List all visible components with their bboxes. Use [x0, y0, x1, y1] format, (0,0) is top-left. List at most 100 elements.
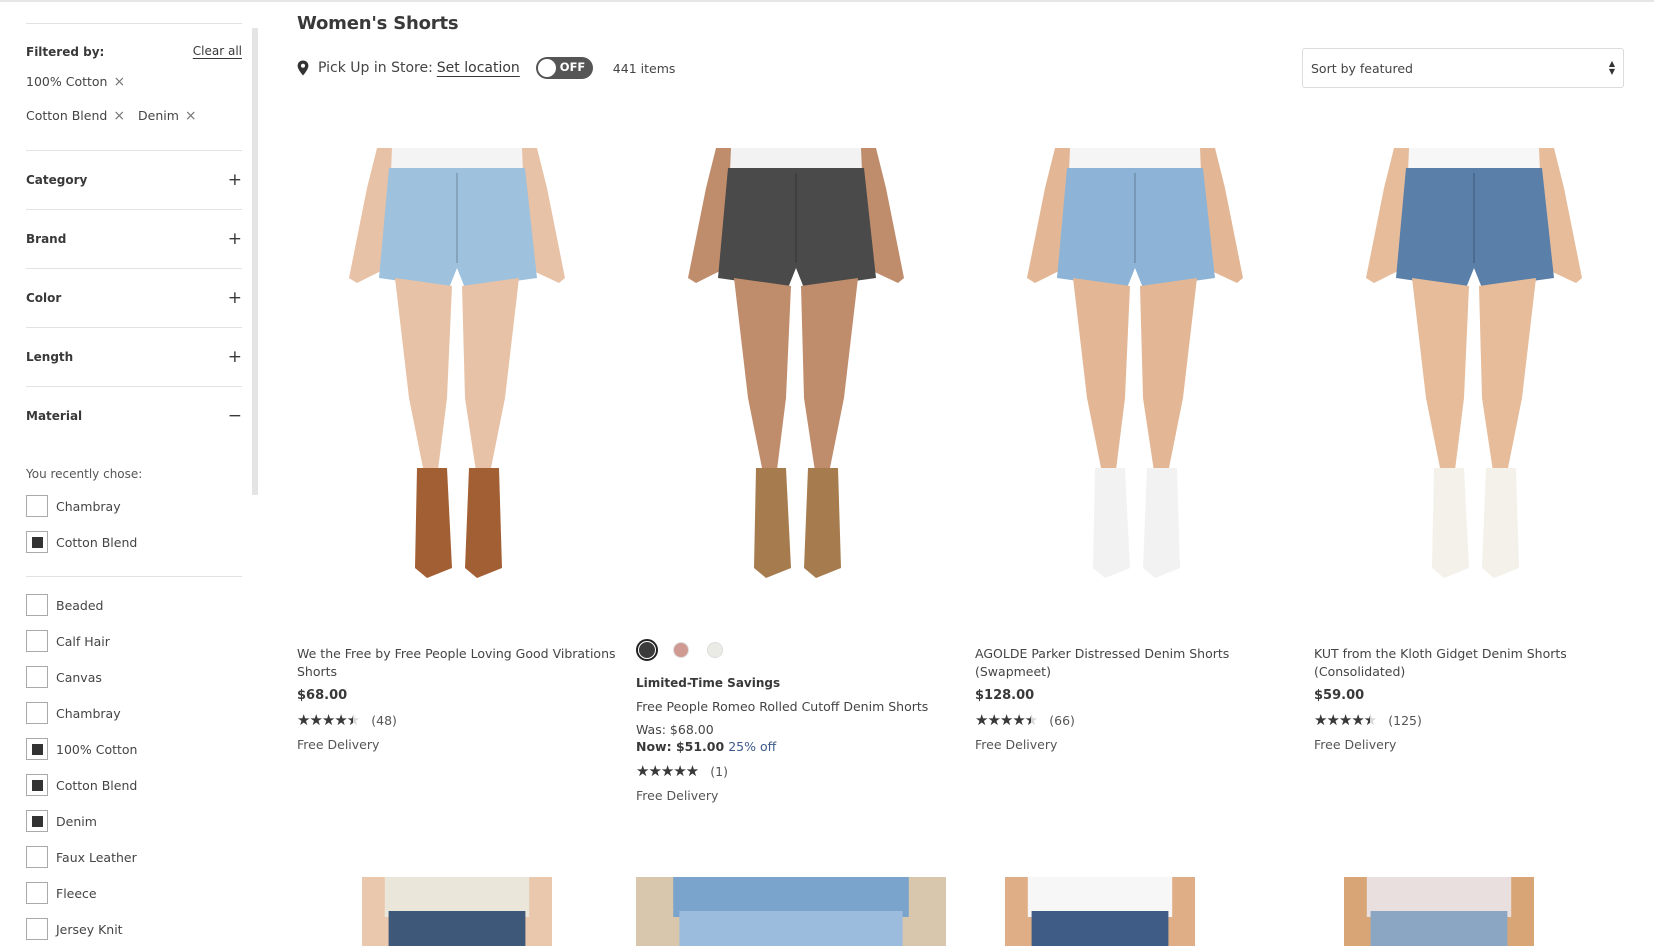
material-checkbox-row[interactable]: Canvas [26, 666, 102, 688]
product-price: $128.00 [975, 688, 1035, 703]
facet-category[interactable]: Category + [26, 170, 242, 190]
facet-length[interactable]: Length + [26, 347, 242, 367]
star-rating: ★★★★★★★★★★ [636, 762, 699, 780]
review-count: (125) [1388, 712, 1422, 728]
product-card[interactable]: Limited-Time Savings Free People Romeo Ro… [636, 148, 956, 848]
rating-row: ★★★★★★★★★★ (66) [975, 711, 1295, 729]
facet-brand[interactable]: Brand + [26, 229, 242, 249]
star-rating: ★★★★★★★★★★ [1314, 711, 1377, 729]
checkbox[interactable] [26, 630, 48, 652]
checkbox[interactable] [26, 495, 48, 517]
remove-filter-icon[interactable]: × [185, 109, 197, 123]
product-card[interactable]: We the Free by Free People Loving Good V… [297, 148, 617, 848]
facet-label: Color [26, 291, 62, 305]
product-image[interactable] [975, 148, 1295, 615]
filter-sidebar: Filtered by: Clear all 100% Cotton × Cot… [26, 0, 242, 946]
divider [26, 150, 242, 151]
plus-icon[interactable]: + [228, 171, 242, 189]
checkbox-checked[interactable] [26, 738, 48, 760]
checkbox-checked[interactable] [26, 531, 48, 553]
material-checkbox-row[interactable]: Beaded [26, 594, 104, 616]
product-name[interactable]: AGOLDE Parker Distressed Denim Shorts (S… [975, 645, 1295, 681]
swatch-color [639, 642, 655, 658]
material-checkbox-row[interactable]: Faux Leather [26, 846, 137, 868]
product-name[interactable]: KUT from the Kloth Gidget Denim Shorts (… [1314, 645, 1634, 681]
swatch-color [673, 642, 689, 658]
product-image-partial[interactable] [297, 877, 617, 946]
material-checkbox-row[interactable]: Chambray [26, 702, 121, 724]
divider [26, 209, 242, 210]
swatch-pink-stripe[interactable] [670, 639, 692, 661]
plus-icon[interactable]: + [228, 230, 242, 248]
swatch-black[interactable] [636, 639, 658, 661]
product-card[interactable]: KUT from the Kloth Gidget Denim Shorts (… [1314, 148, 1634, 848]
product-card[interactable]: AGOLDE Parker Distressed Denim Shorts (S… [975, 148, 1295, 848]
checkbox-label: Jersey Knit [56, 921, 123, 937]
checkbox-checked[interactable] [26, 810, 48, 832]
material-checkbox-row[interactable]: Calf Hair [26, 630, 110, 652]
facet-label: Brand [26, 232, 67, 246]
checkbox-checked[interactable] [26, 774, 48, 796]
clear-all-link[interactable]: Clear all [193, 44, 242, 58]
remove-filter-icon[interactable]: × [113, 109, 125, 123]
toggle-knob [536, 58, 557, 78]
checkbox[interactable] [26, 918, 48, 940]
checkbox[interactable] [26, 882, 48, 904]
active-filter-chip[interactable]: Cotton Blend × [26, 108, 125, 123]
material-checkbox-row[interactable]: 100% Cotton [26, 738, 137, 760]
checkmark-fill [31, 815, 43, 827]
page-title: Women's Shorts [297, 13, 459, 34]
divider [26, 576, 242, 577]
filtered-by-label: Filtered by: [26, 45, 105, 59]
sort-dropdown[interactable]: Sort by featured ▲ ▼ [1302, 48, 1624, 88]
product-name[interactable]: Free People Romeo Rolled Cutoff Denim Sh… [636, 698, 956, 716]
material-checkbox-row[interactable]: Jersey Knit [26, 918, 123, 940]
discount-label: 25% off [728, 739, 777, 754]
checkbox[interactable] [26, 594, 48, 616]
product-image[interactable] [1314, 148, 1634, 615]
product-info: Limited-Time Savings Free People Romeo Ro… [636, 638, 956, 803]
checkbox-label: Canvas [56, 669, 102, 685]
checkbox-label: Denim [56, 813, 97, 829]
review-count: (66) [1049, 712, 1075, 728]
material-checkbox-row[interactable]: Fleece [26, 882, 97, 904]
checkbox-label: Faux Leather [56, 849, 137, 865]
material-checkbox-row[interactable]: Denim [26, 810, 97, 832]
checkbox-label: Calf Hair [56, 633, 110, 649]
facet-material[interactable]: Material − [26, 406, 242, 426]
set-location-link[interactable]: Set location [437, 60, 520, 76]
material-checkbox-row[interactable]: Chambray [26, 495, 121, 517]
delivery-label: Free Delivery [297, 737, 380, 752]
checkbox[interactable] [26, 846, 48, 868]
location-pin-icon [297, 60, 309, 76]
active-filter-chip[interactable]: 100% Cotton × [26, 74, 125, 89]
minus-icon[interactable]: − [228, 407, 242, 425]
plus-icon[interactable]: + [228, 348, 242, 366]
remove-filter-icon[interactable]: × [113, 75, 125, 89]
swatch-white[interactable] [704, 639, 726, 661]
product-image-partial[interactable] [975, 877, 1295, 946]
facet-color[interactable]: Color + [26, 288, 242, 308]
toggle-state-label: OFF [559, 60, 586, 74]
product-image[interactable] [297, 148, 617, 615]
product-image-partial[interactable] [1314, 877, 1634, 946]
sidebar-scrollbar[interactable] [252, 28, 258, 495]
active-filter-chip[interactable]: Denim × [138, 108, 197, 123]
product-name[interactable]: We the Free by Free People Loving Good V… [297, 645, 617, 681]
divider [26, 327, 242, 328]
product-image-partial[interactable] [636, 877, 956, 946]
stars-filled: ★★★★★ [975, 711, 1031, 729]
plus-icon[interactable]: + [228, 289, 242, 307]
chip-label: 100% Cotton [26, 74, 108, 89]
material-checkbox-row[interactable]: Cotton Blend [26, 774, 137, 796]
star-rating: ★★★★★★★★★★ [975, 711, 1038, 729]
pickup-toggle[interactable]: OFF [535, 57, 593, 79]
checkbox[interactable] [26, 702, 48, 724]
chip-label: Cotton Blend [26, 108, 108, 123]
recently-chose-label: You recently chose: [26, 467, 143, 481]
checkbox[interactable] [26, 666, 48, 688]
product-image[interactable] [636, 148, 956, 615]
sale-price: Now: $51.00 [636, 739, 725, 754]
material-checkbox-row[interactable]: Cotton Blend [26, 531, 137, 553]
product-price: $68.00 [297, 688, 348, 703]
